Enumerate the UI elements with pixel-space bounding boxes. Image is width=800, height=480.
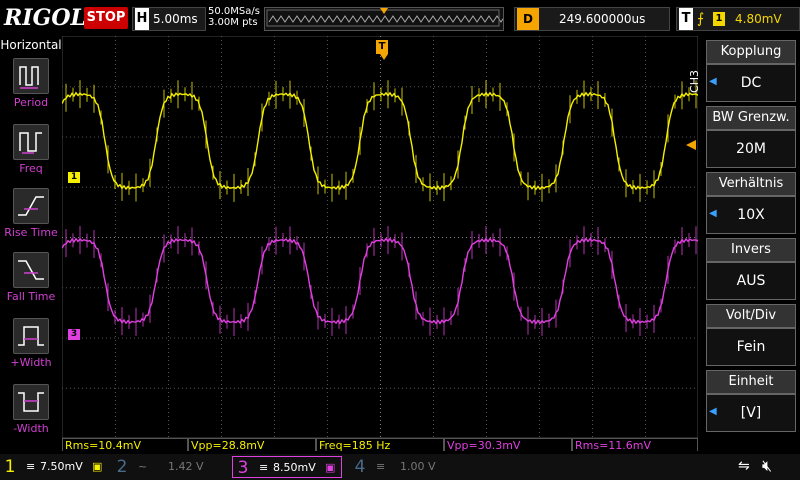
channel-3-status[interactable]: 3 ≡ 8.50mV ▣ [232,456,342,478]
dc-coupling-icon: ≡ [26,460,36,473]
channel-1-offset-marker[interactable]: 1 [68,172,80,183]
rise-time-label: Rise Time [4,226,58,239]
channel-number: 1 [4,457,16,477]
volt-div-title: Volt/Div [706,304,796,328]
probe-ratio-value: 10X [706,196,796,234]
measure-freq-button[interactable]: Freq [0,124,62,188]
sample-rate: 50.0MSa/s [208,6,260,17]
probe-ratio-title: Verhältnis [706,172,796,196]
neg-width-icon [13,384,49,420]
channel-scale: 8.50mV [273,461,316,474]
measurement-ch3-rms[interactable]: Rms=11.6mV [572,438,698,452]
fall-time-label: Fall Time [6,290,56,303]
unit-value: [V] [706,394,796,432]
freq-icon [13,124,49,160]
measure-rise-time-button[interactable]: Rise Time [0,188,62,252]
channel-tag: CH3 [688,70,701,93]
measure-pos-width-button[interactable]: +Width [0,318,62,382]
invert-value: AUS [706,262,796,300]
horizontal-timebase[interactable]: H 5.00ms [132,7,206,31]
channel-4-status[interactable]: 4 ≡ 1.00 V [350,456,460,478]
speaker-muted-icon[interactable]: 🔇︎ [762,456,772,476]
selector-arrow-icon: ◀ [709,76,717,87]
bw-limit-icon: ▣ [92,460,103,473]
memory-depth: 3.00M pts [208,17,258,28]
delay-value: 249.600000us [559,12,646,26]
period-label: Period [13,96,49,109]
channel-number: 4 [354,457,366,477]
trigger-settings[interactable]: T ⨍ 1 4.80mV [676,7,800,31]
measurement-ch3-vpp[interactable]: Vpp=30.3mV [444,438,572,452]
horizontal-label: H [135,8,149,30]
fall-time-icon [13,252,49,288]
channel-3-offset-marker[interactable]: 3 [68,329,80,340]
channel-number: 3 [237,458,249,478]
channel-number: 2 [116,457,128,477]
invert-title: Invers [706,238,796,262]
menu-invert[interactable]: Invers AUS [706,238,796,300]
rise-time-icon [13,188,49,224]
panel-title: Horizontal [0,38,62,52]
menu-coupling[interactable]: Kopplung DC ◀ [706,40,796,102]
pos-width-label: +Width [10,356,52,369]
memory-overview-bar[interactable] [264,7,518,31]
coupling-title: Kopplung [706,40,796,64]
channel-1-status[interactable]: 1 ≡ 7.50mV ▣ [0,456,110,478]
measure-fall-time-button[interactable]: Fall Time [0,252,62,316]
menu-volt-div[interactable]: Volt/Div Fein [706,304,796,366]
volt-div-value: Fein [706,328,796,366]
menu-unit[interactable]: Einheit [V] ◀ [706,370,796,432]
channel-scale: 1.00 V [400,460,436,473]
usb-icon: ⇋ [738,458,750,474]
selector-arrow-icon: ◀ [709,208,717,219]
trigger-label: T [679,8,693,30]
measurement-ch1-freq[interactable]: Freq=185 Hz [316,438,444,452]
menu-probe-ratio[interactable]: Verhältnis 10X ◀ [706,172,796,234]
measurement-ch1-rms[interactable]: Rms=10.4mV [62,438,188,452]
delay-label: D [517,8,539,30]
channel-status-bar: 1 ≡ 7.50mV ▣ 2 ~ 1.42 V 3 ≡ 8.50mV ▣ 4 ≡… [0,454,800,480]
selector-arrow-icon: ◀ [709,406,717,417]
dc-coupling-icon: ≡ [376,460,386,473]
trigger-level: 4.80mV [735,12,782,26]
brand-logo: RIGOL [4,5,86,31]
timebase-value: 5.00ms [153,12,198,26]
trigger-level-marker-icon[interactable] [686,140,696,150]
freq-label: Freq [19,162,43,175]
period-icon [13,58,49,94]
trigger-delay[interactable]: D 249.600000us [514,7,670,31]
bandwidth-value: 20M [706,130,796,168]
sample-info: 50.0MSa/s 3.00M pts [208,6,260,28]
trigger-position-arrow-icon [380,54,388,60]
waveform-display[interactable] [62,36,698,438]
neg-width-label: -Width [13,422,49,435]
measure-neg-width-button[interactable]: -Width [0,384,62,448]
memory-overview-icon [266,8,518,27]
channel-scale: 1.42 V [168,460,204,473]
run-stop-button[interactable]: STOP [84,7,128,29]
channel-2-status[interactable]: 2 ~ 1.42 V [112,456,222,478]
rising-edge-icon: ⨍ [697,11,705,27]
menu-bandwidth-limit[interactable]: BW Grenzw. 20M [706,106,796,168]
bw-limit-icon: ▣ [325,461,336,474]
measurement-bar: Rms=10.4mV Vpp=28.8mV Freq=185 Hz Vpp=30… [62,438,698,452]
ac-coupling-icon: ~ [138,460,148,473]
trigger-source-badge: 1 [713,12,725,26]
dc-coupling-icon: ≡ [259,461,269,474]
bandwidth-title: BW Grenzw. [706,106,796,130]
unit-title: Einheit [706,370,796,394]
measure-period-button[interactable]: Period [0,58,62,122]
measurement-ch1-vpp[interactable]: Vpp=28.8mV [188,438,316,452]
trigger-position-marker[interactable]: T [376,40,388,54]
pos-width-icon [13,318,49,354]
coupling-value: DC [706,64,796,102]
channel-scale: 7.50mV [40,460,83,473]
